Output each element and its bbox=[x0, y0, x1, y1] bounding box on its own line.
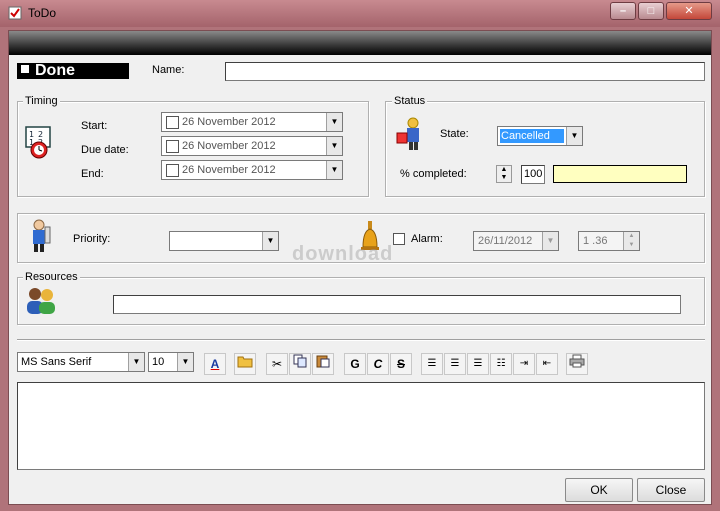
maximize-button[interactable]: □ bbox=[638, 2, 664, 20]
start-date-value: 26 November 2012 bbox=[182, 116, 276, 128]
font-size-value: 10 bbox=[152, 356, 165, 368]
alarm-checkbox[interactable] bbox=[393, 233, 405, 245]
cut-icon[interactable]: ✂ bbox=[266, 353, 288, 375]
state-label: State: bbox=[440, 128, 469, 140]
paste-icon[interactable] bbox=[312, 353, 334, 375]
start-checkbox[interactable] bbox=[166, 116, 179, 129]
chevron-down-icon[interactable]: ▼ bbox=[566, 127, 582, 145]
ok-button[interactable]: OK bbox=[565, 478, 633, 502]
chevron-down-icon[interactable]: ▼ bbox=[326, 161, 342, 179]
bold-button[interactable]: G bbox=[344, 353, 366, 375]
italic-button[interactable]: C bbox=[367, 353, 389, 375]
font-family-dropdown[interactable]: MS Sans Serif ▼ bbox=[17, 352, 145, 372]
close-window-button[interactable]: ✕ bbox=[666, 2, 712, 20]
due-date-picker[interactable]: 26 November 2012 ▼ bbox=[161, 136, 343, 156]
worker-icon bbox=[396, 117, 419, 150]
alarm-time-value: 1 .36 bbox=[583, 235, 608, 247]
state-value: Cancelled bbox=[500, 129, 564, 143]
indent-icon[interactable]: ⇥ bbox=[513, 353, 535, 375]
chevron-down-icon[interactable]: ▼ bbox=[128, 353, 144, 371]
percent-completed-input[interactable]: 100 bbox=[521, 165, 545, 184]
time-spinner-icon[interactable]: ▲ ▼ bbox=[623, 232, 639, 250]
alarm-time-picker[interactable]: 1 .36 ▲ ▼ bbox=[578, 231, 640, 251]
open-folder-icon[interactable] bbox=[234, 353, 256, 375]
start-label: Start: bbox=[81, 120, 108, 132]
font-color-button[interactable]: A bbox=[204, 353, 226, 375]
done-status-banner: Done bbox=[17, 63, 129, 79]
chevron-down-icon[interactable]: ▼ bbox=[326, 113, 342, 131]
percent-spinner[interactable]: ▲ ▼ bbox=[496, 165, 512, 183]
watermark: download bbox=[292, 243, 394, 265]
name-input[interactable] bbox=[225, 62, 705, 81]
font-size-dropdown[interactable]: 10 ▼ bbox=[148, 352, 194, 372]
priority-label: Priority: bbox=[73, 233, 111, 245]
close-button[interactable]: Close bbox=[637, 478, 705, 502]
dialog-client-area: Done Name: Timing 1 2 1 2 Start: 26 Nove… bbox=[8, 30, 712, 505]
chevron-down-icon[interactable]: ▼ bbox=[177, 353, 193, 371]
status-legend: Status bbox=[392, 95, 428, 107]
window-frame: ToDo – □ ✕ Done Name: Timing 1 2 1 2 Sta… bbox=[0, 0, 720, 511]
title-bar[interactable]: ToDo – □ ✕ bbox=[0, 0, 720, 27]
completion-color-swatch[interactable] bbox=[553, 165, 687, 183]
due-checkbox[interactable] bbox=[166, 140, 179, 153]
strikethrough-button[interactable]: S bbox=[390, 353, 412, 375]
due-date-label: Due date: bbox=[81, 144, 129, 156]
name-label: Name: bbox=[152, 64, 185, 76]
end-checkbox[interactable] bbox=[166, 164, 179, 177]
bullet-list-icon[interactable]: ☷ bbox=[490, 353, 512, 375]
resources-input[interactable] bbox=[113, 295, 681, 314]
priority-person-icon bbox=[33, 219, 51, 252]
copy-icon[interactable] bbox=[289, 353, 311, 375]
priority-dropdown[interactable]: ▼ bbox=[169, 231, 279, 251]
done-label: Done bbox=[35, 62, 75, 79]
start-date-picker[interactable]: 26 November 2012 ▼ bbox=[161, 112, 343, 132]
people-icon bbox=[27, 288, 55, 314]
resources-legend: Resources bbox=[23, 271, 80, 283]
percent-completed-label: % completed: bbox=[400, 168, 467, 180]
timing-legend: Timing bbox=[23, 95, 60, 107]
chevron-down-icon[interactable]: ▼ bbox=[262, 232, 278, 250]
calendar-clock-icon: 1 2 1 2 bbox=[25, 126, 51, 159]
todo-app-icon bbox=[8, 6, 22, 20]
header-band bbox=[9, 31, 711, 55]
alarm-date-value: 26/11/2012 bbox=[478, 235, 533, 247]
align-center-icon[interactable]: ☰ bbox=[444, 353, 466, 375]
end-date-picker[interactable]: 26 November 2012 ▼ bbox=[161, 160, 343, 180]
chevron-down-icon[interactable]: ▼ bbox=[326, 137, 342, 155]
end-date-value: 26 November 2012 bbox=[182, 164, 276, 176]
print-icon[interactable] bbox=[566, 353, 588, 375]
state-dropdown[interactable]: Cancelled ▼ bbox=[497, 126, 583, 146]
minimize-button[interactable]: – bbox=[610, 2, 636, 20]
end-label: End: bbox=[81, 168, 104, 180]
window-title: ToDo bbox=[28, 6, 57, 20]
outdent-icon[interactable]: ⇤ bbox=[536, 353, 558, 375]
font-family-value: MS Sans Serif bbox=[21, 356, 92, 368]
divider bbox=[17, 339, 705, 341]
notes-editor[interactable] bbox=[17, 382, 705, 470]
align-right-icon[interactable]: ☰ bbox=[467, 353, 489, 375]
due-date-value: 26 November 2012 bbox=[182, 140, 276, 152]
align-left-icon[interactable]: ☰ bbox=[421, 353, 443, 375]
alarm-date-picker[interactable]: 26/11/2012 ▼ bbox=[473, 231, 559, 251]
chevron-down-icon[interactable]: ▼ bbox=[542, 232, 558, 250]
alarm-label: Alarm: bbox=[411, 233, 443, 245]
square-icon bbox=[21, 65, 29, 73]
